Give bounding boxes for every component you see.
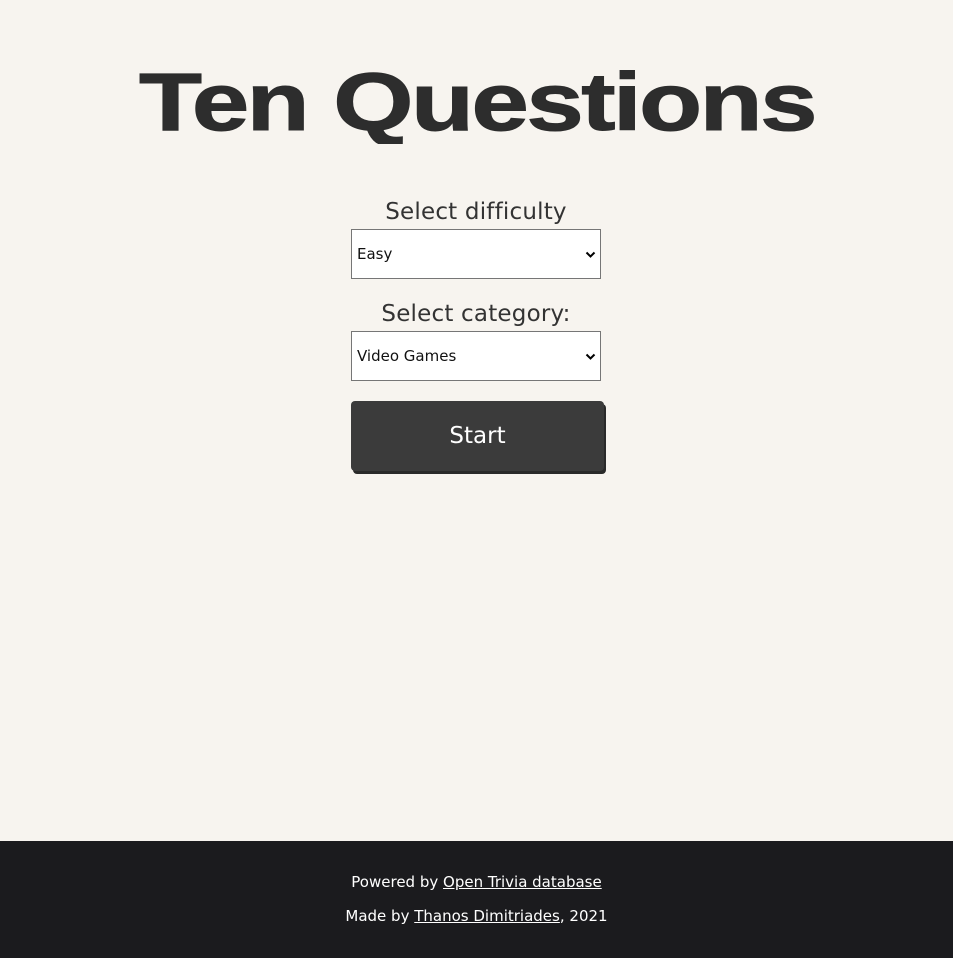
made-by-text: Made by [345,907,410,925]
open-trivia-link[interactable]: Open Trivia database [443,873,602,891]
powered-by-text: Powered by [351,873,439,891]
category-selected-value: Video Games [357,347,457,365]
category-label: Select category: [381,301,571,327]
start-button[interactable]: Start [351,401,604,471]
made-by-line: Made by Thanos Dimitriades, 2021 [0,907,953,925]
difficulty-label: Select difficulty [385,199,567,225]
footer: Powered by Open Trivia database Made by … [0,841,953,958]
chevron-down-icon [585,353,596,360]
logo-text: Ten Questions [139,57,815,144]
author-link[interactable]: Thanos Dimitriades [414,907,560,925]
logo-wordmark: Ten Questions [138,57,817,145]
quiz-setup-form: Select difficulty Easy Select category: … [351,196,604,471]
ten-questions-logo: Ten Questions [0,54,953,145]
difficulty-select[interactable]: Easy [351,229,601,279]
difficulty-selected-value: Easy [357,245,393,263]
category-select[interactable]: Video Games [351,331,601,381]
powered-by-line: Powered by Open Trivia database [0,873,953,891]
year-text: , 2021 [559,907,608,925]
chevron-down-icon [585,251,596,258]
